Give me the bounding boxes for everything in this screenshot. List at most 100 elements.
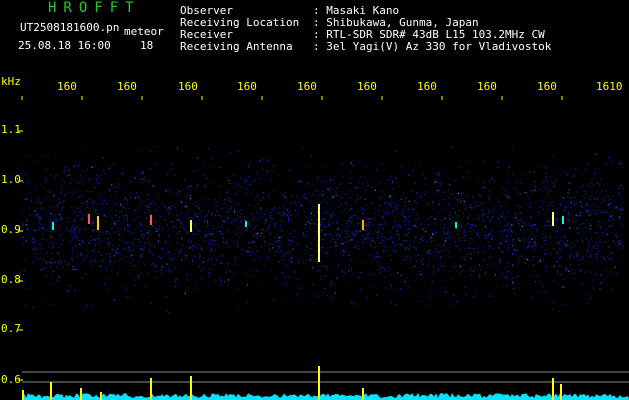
noise-pixel	[334, 195, 336, 197]
noise-pixel	[616, 245, 618, 247]
location-label: Receiving Location	[180, 16, 300, 29]
noise-pixel	[116, 248, 118, 251]
noise-pixel	[290, 218, 292, 220]
noise-pixel	[350, 269, 353, 271]
noise-pixel	[180, 268, 182, 270]
noise-pixel	[70, 233, 72, 235]
noise-pixel	[339, 236, 341, 238]
noise-pixel	[246, 251, 248, 253]
noise-pixel	[452, 306, 454, 308]
noise-pixel	[426, 305, 428, 307]
noise-pixel	[569, 247, 571, 249]
noise-pixel	[386, 238, 388, 240]
noise-pixel	[473, 251, 475, 253]
noise-pixel	[563, 207, 565, 209]
noise-pixel	[180, 213, 182, 215]
noise-pixel	[50, 231, 52, 233]
noise-pixel	[73, 228, 75, 230]
noise-pixel	[238, 184, 240, 186]
noise-pixel	[116, 178, 118, 180]
noise-pixel	[382, 251, 384, 253]
noise-pixel	[42, 268, 44, 270]
noise-pixel	[117, 230, 120, 232]
noise-pixel	[33, 242, 35, 244]
noise-pixel	[167, 233, 169, 236]
noise-pixel	[208, 210, 210, 212]
noise-pixel	[545, 176, 547, 178]
noise-pixel	[582, 283, 584, 285]
meteor-echo	[52, 222, 54, 230]
noise-pixel	[576, 255, 578, 257]
noise-pixel	[414, 200, 416, 202]
noise-pixel	[187, 186, 189, 188]
noise-pixel	[289, 251, 291, 253]
noise-pixel	[465, 196, 467, 198]
noise-pixel	[143, 237, 145, 239]
noise-pixel	[433, 274, 435, 276]
noise-pixel	[73, 231, 75, 233]
noise-pixel	[252, 234, 254, 236]
noise-pixel	[595, 177, 597, 179]
noise-pixel	[452, 294, 455, 296]
noise-pixel	[227, 238, 229, 240]
noise-pixel	[602, 198, 604, 200]
noise-pixel	[268, 225, 271, 227]
noise-pixel	[378, 265, 380, 267]
noise-pixel	[619, 209, 621, 211]
noise-pixel	[468, 206, 471, 209]
noise-pixel	[470, 267, 473, 270]
noise-pixel	[396, 230, 398, 232]
noise-pixel	[317, 179, 319, 181]
noise-pixel	[82, 213, 84, 215]
noise-pixel	[260, 178, 262, 181]
noise-pixel	[148, 213, 150, 215]
noise-pixel	[236, 193, 238, 195]
noise-pixel	[615, 233, 617, 235]
noise-pixel	[404, 204, 407, 206]
noise-pixel	[499, 242, 501, 244]
noise-pixel	[226, 191, 228, 193]
noise-pixel	[480, 195, 482, 197]
noise-pixel	[270, 212, 272, 214]
noise-pixel	[574, 174, 576, 176]
noise-pixel	[550, 227, 552, 229]
noise-pixel	[166, 224, 168, 226]
noise-pixel	[485, 271, 487, 273]
noise-pixel	[310, 242, 312, 244]
noise-pixel	[549, 224, 551, 226]
noise-pixel	[620, 213, 622, 215]
noise-pixel	[97, 213, 99, 215]
noise-pixel	[78, 196, 80, 198]
noise-pixel	[594, 213, 596, 215]
noise-pixel	[531, 247, 533, 249]
noise-pixel	[435, 180, 437, 182]
noise-pixel	[450, 225, 452, 227]
noise-pixel	[50, 304, 52, 306]
noise-pixel	[413, 246, 416, 248]
noise-pixel	[558, 247, 560, 249]
noise-pixel	[86, 200, 88, 202]
noise-pixel	[149, 249, 151, 251]
noise-pixel	[386, 246, 388, 248]
noise-pixel	[562, 304, 564, 306]
noise-pixel	[505, 276, 507, 278]
noise-pixel	[288, 253, 290, 255]
noise-pixel	[499, 259, 501, 262]
noise-pixel	[328, 224, 330, 226]
noise-pixel	[368, 224, 370, 226]
noise-pixel	[502, 231, 504, 233]
noise-pixel	[543, 214, 546, 216]
noise-pixel	[44, 155, 46, 157]
noise-pixel	[518, 261, 520, 264]
noise-pixel	[532, 297, 534, 299]
noise-pixel	[417, 254, 419, 256]
noise-pixel	[336, 220, 338, 222]
noise-pixel	[389, 203, 391, 205]
noise-pixel	[156, 270, 158, 273]
noise-pixel	[404, 280, 406, 283]
noise-pixel	[593, 245, 595, 247]
noise-pixel	[297, 244, 299, 246]
noise-pixel	[512, 231, 514, 233]
noise-pixel	[379, 242, 381, 244]
noise-pixel	[45, 275, 47, 277]
